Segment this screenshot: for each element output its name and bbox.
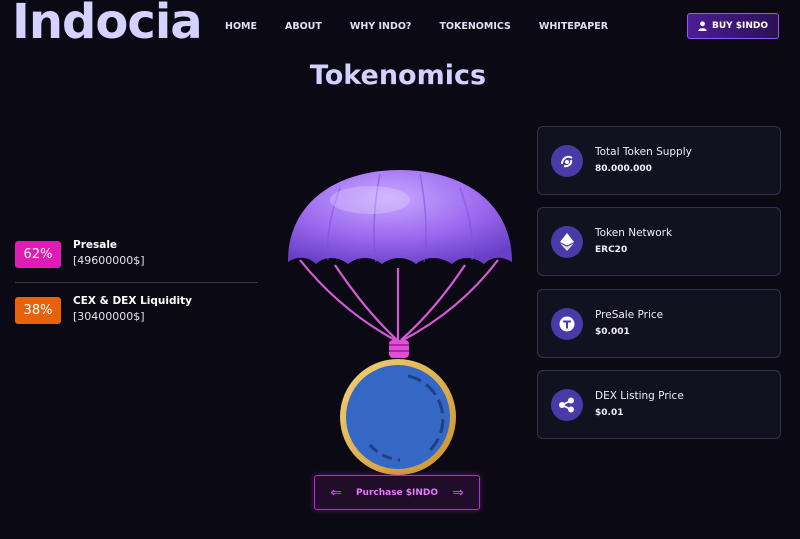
card-label: PreSale Price xyxy=(595,309,664,321)
card-label: DEX Listing Price xyxy=(595,390,684,402)
card-label: Total Token Supply xyxy=(595,146,692,158)
allocation-divider xyxy=(15,282,258,283)
page-title: Tokenomics xyxy=(309,60,487,91)
nav-whitepaper[interactable]: WHITEPAPER xyxy=(539,21,608,32)
ethereum-icon xyxy=(551,226,583,258)
card-value: 80.000.000 xyxy=(595,164,652,174)
allocation-name: Presale xyxy=(73,239,118,251)
allocation-percent-badge: 38% xyxy=(15,297,61,324)
main-nav: HOME ABOUT WHY INDO? TOKENOMICS WHITEPAP… xyxy=(225,21,636,32)
nav-tokenomics[interactable]: TOKENOMICS xyxy=(439,21,510,32)
nav-home[interactable]: HOME xyxy=(225,21,257,32)
card-label: Token Network xyxy=(595,227,673,239)
nav-about[interactable]: ABOUT xyxy=(285,21,322,32)
ripple-icon xyxy=(551,389,583,421)
allocation-percent-badge: 62% xyxy=(15,241,61,268)
card-value: ERC20 xyxy=(595,245,628,255)
user-icon xyxy=(698,21,707,31)
arrow-right-icon: ⇒ xyxy=(452,484,464,501)
card-dex-listing-price: DEX Listing Price $0.01 xyxy=(537,370,781,439)
buy-indo-button[interactable]: BUY $INDO xyxy=(687,13,779,39)
buy-indo-label: BUY $INDO xyxy=(711,21,769,31)
card-value: $0.01 xyxy=(595,408,624,418)
site-logo[interactable]: Indocia xyxy=(12,0,203,50)
card-presale-price: PreSale Price $0.001 xyxy=(537,289,781,358)
arrow-left-icon: ⇐ xyxy=(330,484,342,501)
card-token-network: Token Network ERC20 xyxy=(537,207,781,276)
supply-icon xyxy=(551,145,583,177)
parachute-coin-illustration xyxy=(288,170,512,475)
purchase-indo-button[interactable]: ⇐ Purchase $INDO ⇒ xyxy=(314,475,480,510)
purchase-indo-label: Purchase $INDO xyxy=(355,487,439,498)
tether-icon xyxy=(551,308,583,340)
card-value: $0.001 xyxy=(595,327,630,337)
allocation-amount: [30400000$] xyxy=(73,310,145,323)
allocation-name: CEX & DEX Liquidity xyxy=(73,295,192,307)
nav-why-indo[interactable]: WHY INDO? xyxy=(350,21,412,32)
allocation-amount: [49600000$] xyxy=(73,254,145,267)
card-total-supply: Total Token Supply 80.000.000 xyxy=(537,126,781,195)
